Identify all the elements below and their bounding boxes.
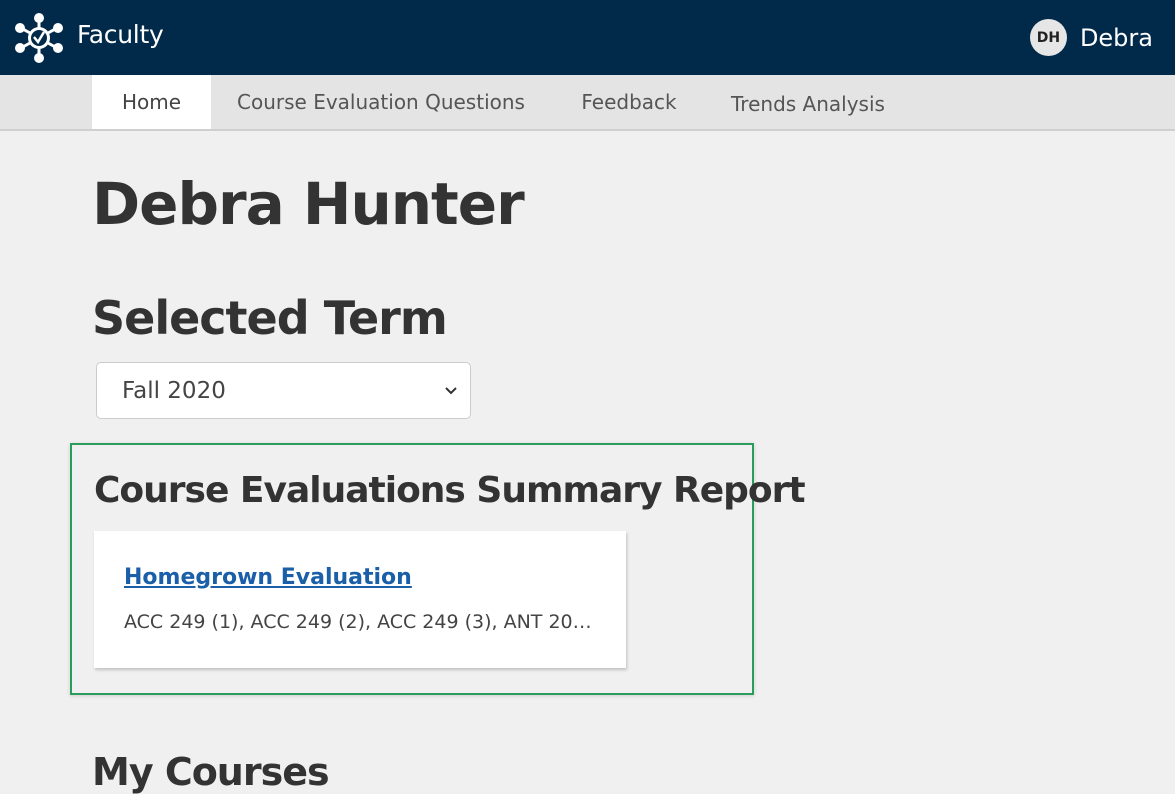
user-name: Debra xyxy=(1079,23,1153,52)
tab-feedback[interactable]: Feedback xyxy=(566,75,692,129)
chevron-down-icon xyxy=(445,387,457,395)
evaluation-card: Homegrown Evaluation ACC 249 (1), ACC 24… xyxy=(94,531,626,668)
tab-home[interactable]: Home xyxy=(92,75,211,129)
selected-term-heading: Selected Term xyxy=(92,291,448,345)
homegrown-evaluation-link[interactable]: Homegrown Evaluation xyxy=(124,565,412,590)
nav-bar: Home Course Evaluation Questions Feedbac… xyxy=(0,75,1175,131)
page-title: Debra Hunter xyxy=(92,170,525,238)
tab-course-evaluation-questions[interactable]: Course Evaluation Questions xyxy=(226,75,536,129)
avatar: DH xyxy=(1029,19,1067,56)
summary-report-heading: Course Evaluations Summary Report xyxy=(94,470,806,511)
tab-trends-analysis[interactable]: Trends Analysis xyxy=(716,77,900,131)
top-bar: Faculty DH Debra xyxy=(0,0,1175,75)
network-check-logo-icon[interactable] xyxy=(13,12,65,64)
my-courses-heading: My Courses xyxy=(92,750,330,794)
summary-report-section: Course Evaluations Summary Report Homegr… xyxy=(70,443,806,695)
term-select-value: Fall 2020 xyxy=(122,377,226,404)
app-title: Faculty xyxy=(77,20,164,49)
evaluation-courses: ACC 249 (1), ACC 249 (2), ACC 249 (3), A… xyxy=(124,611,594,633)
term-select[interactable]: Fall 2020 xyxy=(96,362,471,419)
user-menu[interactable]: DH Debra xyxy=(1029,19,1153,56)
